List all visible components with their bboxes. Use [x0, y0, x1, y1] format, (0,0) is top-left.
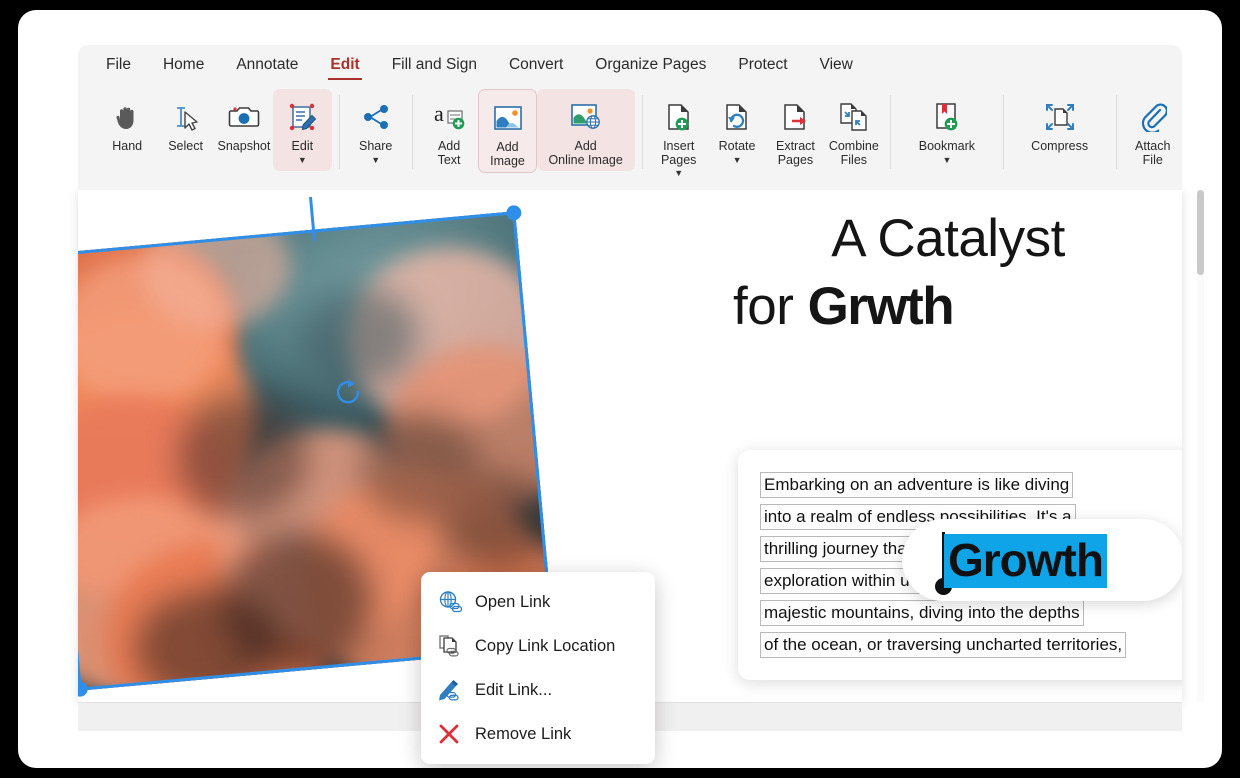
tool-label: Snapshot	[217, 139, 271, 153]
tool-label: Edit	[291, 139, 314, 153]
page-extract-icon	[781, 97, 809, 137]
chevron-down-icon[interactable]: ▼	[733, 155, 742, 164]
toolbar-divider	[1115, 95, 1117, 169]
menu-item-protect[interactable]: Protect	[736, 52, 789, 80]
camera-icon	[228, 97, 260, 137]
tool-bookmark[interactable]: Bookmark ▼	[898, 89, 996, 171]
tool-combine-files[interactable]: Combine Files	[825, 89, 883, 171]
pencil-link-icon	[437, 675, 475, 705]
toolbar-divider	[1002, 95, 1004, 169]
hand-icon	[113, 97, 141, 137]
menu-item-home[interactable]: Home	[161, 52, 206, 80]
globe-link-icon	[437, 587, 475, 617]
share-nodes-icon	[362, 97, 390, 137]
context-menu-label: Copy Link Location	[475, 636, 616, 655]
context-menu-label: Remove Link	[475, 724, 572, 743]
vertical-scrollbar-thumb[interactable]	[1197, 190, 1204, 275]
toolbar-divider	[890, 95, 892, 169]
tool-label: Add Image	[490, 140, 525, 168]
chevron-down-icon[interactable]: ▼	[371, 155, 380, 164]
tool-snapshot[interactable]: Snapshot	[215, 89, 273, 171]
tool-label: Insert Pages	[660, 139, 697, 167]
tool-rotate[interactable]: Rotate ▼	[708, 89, 766, 171]
tool-label: Combine Files	[828, 139, 879, 167]
tool-extract-pages[interactable]: Extract Pages	[766, 89, 824, 171]
tool-label: Add Text	[437, 139, 461, 167]
paragraph-line[interactable]: of the ocean, or traversing uncharted te…	[760, 632, 1127, 658]
tool-insert-pages[interactable]: Insert Pages ▼	[650, 89, 708, 181]
tool-label: Extract Pages	[776, 139, 815, 167]
menu-item-file[interactable]: File	[104, 52, 133, 80]
menu-item-fill-and-sign[interactable]: Fill and Sign	[390, 52, 479, 80]
menu-item-view[interactable]: View	[818, 52, 855, 80]
menu-item-convert[interactable]: Convert	[507, 52, 565, 80]
context-menu-item-open-link[interactable]: Open Link	[421, 580, 655, 624]
context-menu-item-edit-link[interactable]: Edit Link...	[421, 668, 655, 712]
compress-arrows-icon	[1044, 97, 1076, 137]
edit-document-icon	[286, 97, 318, 137]
menu-bar: File Home Annotate Edit Fill and Sign Co…	[78, 45, 1182, 87]
toolbar-divider	[338, 95, 340, 169]
remove-x-icon	[437, 719, 475, 749]
tool-attach-file[interactable]: Attach File	[1124, 89, 1182, 171]
chevron-down-icon[interactable]: ▼	[942, 155, 951, 164]
resize-handle-top-right[interactable]	[505, 204, 522, 222]
context-menu-label: Edit Link...	[475, 680, 553, 699]
tool-label: Compress	[1031, 139, 1089, 153]
menu-item-edit[interactable]: Edit	[328, 52, 362, 80]
headline-line-1: A Catalyst	[831, 209, 1065, 268]
tool-select[interactable]: Select	[156, 89, 214, 171]
online-picture-icon	[570, 97, 602, 137]
svg-text:a: a	[434, 102, 444, 126]
picture-icon	[493, 98, 523, 138]
resize-handle-bottom-left[interactable]	[78, 680, 89, 698]
tool-label: Attach File	[1135, 139, 1171, 167]
context-menu-item-copy-link-location[interactable]: Copy Link Location	[421, 624, 655, 668]
tool-add-online-image[interactable]: Add Online Image	[536, 89, 635, 171]
tool-add-text[interactable]: a Add Text	[420, 89, 478, 171]
paragraph-line[interactable]: majestic mountains, diving into the dept…	[760, 600, 1084, 626]
headline-bold-word: Grwth	[807, 277, 955, 336]
menu-item-annotate[interactable]: Annotate	[234, 52, 300, 80]
tool-compress[interactable]: Compress	[1011, 89, 1109, 171]
page-rotate-icon	[723, 97, 751, 137]
toolbar-divider	[641, 95, 643, 169]
page-plus-icon	[665, 97, 693, 137]
bookmark-plus-icon	[932, 97, 962, 137]
copy-link-icon	[437, 631, 475, 661]
context-menu-item-remove-link[interactable]: Remove Link	[421, 712, 655, 756]
link-context-menu[interactable]: Open Link Copy Link Location Edit Link..…	[421, 572, 655, 764]
add-text-icon: a	[433, 97, 465, 137]
toolbar-divider	[411, 95, 413, 169]
rotate-handle-stem	[309, 196, 316, 241]
tool-label: Share	[359, 139, 393, 153]
chevron-down-icon[interactable]: ▼	[674, 169, 683, 178]
paragraph-line[interactable]: Embarking on an adventure is like diving	[760, 472, 1074, 498]
tool-strip: Hand Select Snapshot Edit ▼ Share ▼ a Ad…	[98, 89, 1182, 189]
tool-label: Add Online Image	[548, 139, 623, 167]
tool-label: Select	[168, 139, 203, 153]
tool-add-image[interactable]: Add Image	[478, 89, 537, 173]
tool-label: Rotate	[718, 139, 756, 153]
rotate-handle-icon[interactable]	[334, 378, 364, 408]
selected-text[interactable]: Growth	[944, 534, 1107, 588]
menu-item-organize-pages[interactable]: Organize Pages	[593, 52, 708, 80]
headline-line-2: for Grwth	[733, 273, 1163, 341]
ribbon-panel: File Home Annotate Edit Fill and Sign Co…	[78, 45, 1182, 190]
chevron-down-icon[interactable]: ▼	[298, 155, 307, 164]
tool-edit[interactable]: Edit ▼	[273, 89, 332, 171]
tool-label: Hand	[112, 139, 143, 153]
headline-prefix: for	[733, 277, 808, 336]
context-menu-label: Open Link	[475, 592, 551, 611]
application-window: A Catalyst for Grwth Embarking on an adv…	[18, 10, 1222, 768]
tool-hand[interactable]: Hand	[98, 89, 156, 171]
combine-pages-icon	[839, 97, 869, 137]
tool-label: Bookmark	[918, 139, 976, 153]
select-cursor-icon	[171, 97, 201, 137]
document-headline[interactable]: A Catalyst for Grwth	[733, 205, 1163, 341]
tool-share[interactable]: Share ▼	[347, 89, 405, 171]
paperclip-icon	[1139, 97, 1167, 137]
